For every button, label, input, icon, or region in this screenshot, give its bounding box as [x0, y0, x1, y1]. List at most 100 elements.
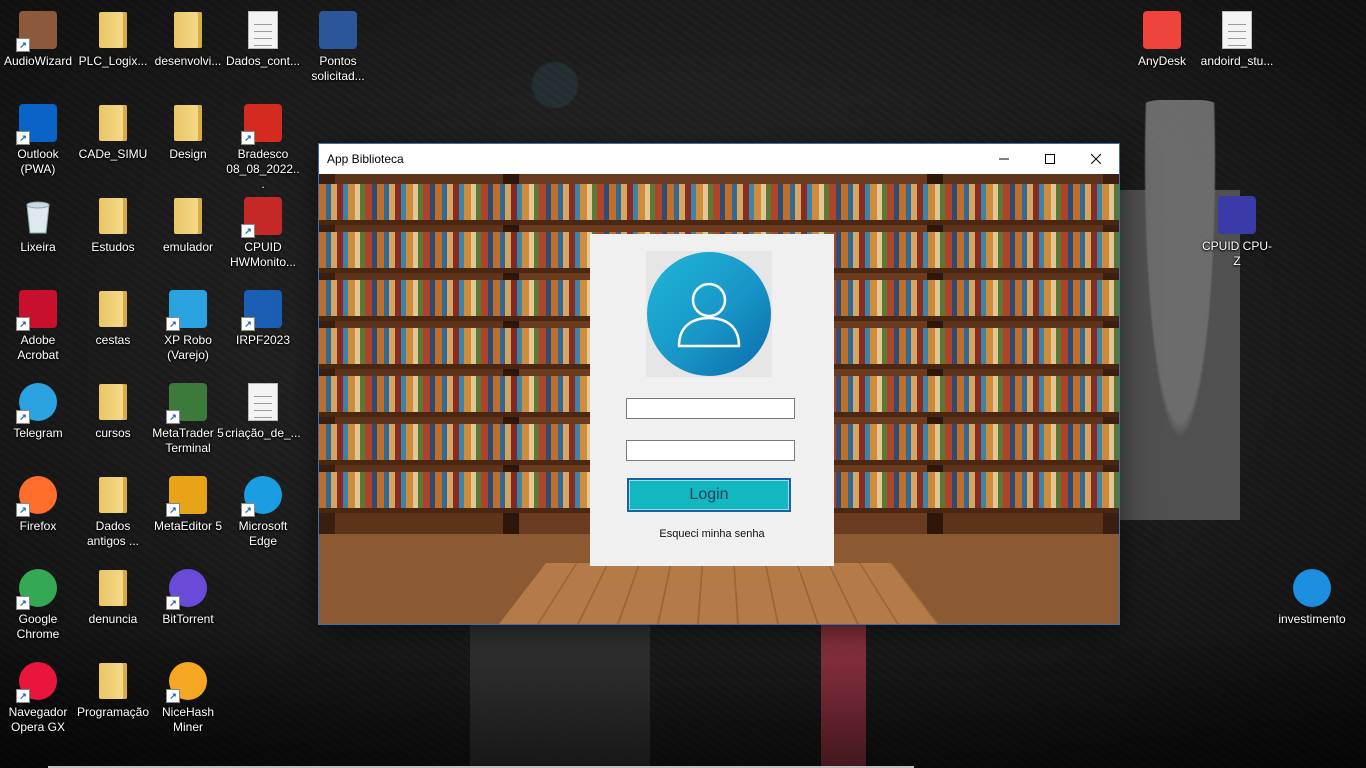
minimize-icon: [999, 158, 1009, 160]
login-panel: Login Esqueci minha senha: [590, 234, 834, 566]
folder-icon: [168, 103, 208, 143]
metaeditor-icon: ↗: [166, 475, 208, 517]
desktop-icon-label: Dados antigos ...: [86, 519, 140, 548]
desktop-icon-label: AudioWizard: [3, 54, 73, 68]
telegram-icon: ↗: [16, 382, 58, 424]
close-icon: [1091, 154, 1101, 164]
robot-icon: ↗: [166, 289, 208, 331]
desktop-icon-label: cestas: [95, 333, 131, 347]
desktop-icon-label: criação_de_...: [225, 426, 301, 440]
wallpaper-figure: [1120, 100, 1240, 620]
desktop-icon[interactable]: ↗ IRPF2023: [225, 289, 301, 348]
login-button[interactable]: Login: [627, 478, 791, 512]
bittorrent-icon: ↗: [166, 568, 208, 610]
desktop-icon[interactable]: Lixeira: [0, 196, 76, 255]
folder-icon: [93, 289, 133, 329]
speaker-icon: ↗: [16, 10, 58, 52]
folder-icon: [93, 382, 133, 422]
desktop-icon[interactable]: Dados antigos ...: [75, 475, 151, 549]
desktop-icon[interactable]: ↗ Adobe Acrobat: [0, 289, 76, 363]
acrobat-icon: ↗: [16, 289, 58, 331]
desktop-icon[interactable]: desenvolvi...: [150, 10, 226, 69]
desktop-icon-label: NiceHash Miner: [161, 705, 215, 734]
desktop-icon-label: Microsoft Edge: [238, 519, 288, 548]
desktop-icon[interactable]: CPUID CPU-Z: [1199, 195, 1275, 269]
folder-icon: [168, 196, 208, 236]
desktop-icon[interactable]: investimento: [1274, 568, 1350, 627]
edge-icon: ↗: [241, 475, 283, 517]
desktop-icon-label: XP Robo (Varejo): [164, 333, 212, 362]
folder-icon: [93, 568, 133, 608]
document-icon: [243, 10, 283, 50]
minimize-button[interactable]: [981, 144, 1027, 174]
firefox-icon: ↗: [16, 475, 58, 517]
forgot-password-link[interactable]: Esqueci minha senha: [590, 528, 834, 540]
desktop-icon[interactable]: Dados_cont...: [225, 10, 301, 69]
desktop-icon-label: Design: [169, 147, 207, 161]
desktop-icon[interactable]: AnyDesk: [1124, 10, 1200, 69]
desktop-icon[interactable]: cestas: [75, 289, 151, 348]
folder-icon: [93, 103, 133, 143]
desktop-icon-label: PLC_Logix...: [78, 54, 148, 68]
desktop-icon[interactable]: Design: [150, 103, 226, 162]
desktop-icon[interactable]: denuncia: [75, 568, 151, 627]
shortcut-arrow-icon: ↗: [16, 596, 30, 610]
close-button[interactable]: [1073, 144, 1119, 174]
desktop-icon-label: Estudos: [91, 240, 135, 254]
chrome-icon: ↗: [16, 568, 58, 610]
folder-icon: [168, 10, 208, 50]
desktop-icon-label: desenvolvi...: [154, 54, 222, 68]
desktop-icon-label: Adobe Acrobat: [17, 333, 59, 362]
irpf-icon: ↗: [241, 289, 283, 331]
desktop-icon[interactable]: cursos: [75, 382, 151, 441]
desktop-icon[interactable]: ↗ AudioWizard: [0, 10, 76, 69]
desktop-icon[interactable]: PLC_Logix...: [75, 10, 151, 69]
shortcut-arrow-icon: ↗: [16, 689, 30, 703]
metatrader-icon: ↗: [166, 382, 208, 424]
desktop-icon[interactable]: ↗ MetaTrader 5 Terminal: [150, 382, 226, 456]
shortcut-arrow-icon: ↗: [16, 317, 30, 331]
pdf-icon: ↗: [241, 103, 283, 145]
window-titlebar[interactable]: App Biblioteca: [319, 144, 1119, 174]
folder-icon: [93, 661, 133, 701]
desktop-icon[interactable]: emulador: [150, 196, 226, 255]
desktop-icon[interactable]: ↗ CPUID HWMonito...: [225, 196, 301, 270]
desktop-icon-label: Lixeira: [20, 240, 56, 254]
desktop-icon[interactable]: ↗ NiceHash Miner: [150, 661, 226, 735]
word-document-icon: [318, 10, 358, 50]
library-background-image: Login Esqueci minha senha: [319, 174, 1119, 624]
password-field[interactable]: [626, 440, 795, 461]
shortcut-arrow-icon: ↗: [16, 410, 30, 424]
desktop-icon[interactable]: ↗ Google Chrome: [0, 568, 76, 642]
desktop-icon[interactable]: ↗ Telegram: [0, 382, 76, 441]
opera-gx-icon: ↗: [16, 661, 58, 703]
window-title: App Biblioteca: [327, 152, 404, 166]
document-icon: [1217, 10, 1257, 50]
desktop-icon[interactable]: ↗ Firefox: [0, 475, 76, 534]
outlook-icon: ↗: [16, 103, 58, 145]
folder-icon: [93, 196, 133, 236]
shortcut-arrow-icon: ↗: [241, 503, 255, 517]
desktop-icon[interactable]: ↗ MetaEditor 5: [150, 475, 226, 534]
desktop-icon[interactable]: Programação: [75, 661, 151, 720]
desktop-icon[interactable]: ↗ XP Robo (Varejo): [150, 289, 226, 363]
desktop-icon[interactable]: ↗ Navegador Opera GX: [0, 661, 76, 735]
desktop-icon[interactable]: criação_de_...: [225, 382, 301, 441]
desktop-icon[interactable]: ↗ Microsoft Edge: [225, 475, 301, 549]
desktop-icon[interactable]: ↗ BitTorrent: [150, 568, 226, 627]
desktop-icon-label: andoird_stu...: [1200, 54, 1274, 68]
shortcut-arrow-icon: ↗: [241, 131, 255, 145]
document-icon: [243, 382, 283, 422]
desktop-icon[interactable]: Estudos: [75, 196, 151, 255]
desktop-icon[interactable]: Pontos solicitad...: [300, 10, 376, 84]
desktop-icon[interactable]: ↗ Bradesco 08_08_2022...: [225, 103, 301, 192]
username-field[interactable]: [626, 398, 795, 419]
desktop-icon[interactable]: ↗ Outlook (PWA): [0, 103, 76, 177]
maximize-button[interactable]: [1027, 144, 1073, 174]
desktop-icon-label: denuncia: [88, 612, 138, 626]
desktop-icon[interactable]: andoird_stu...: [1199, 10, 1275, 69]
desktop-icon-label: IRPF2023: [235, 333, 291, 347]
shortcut-arrow-icon: ↗: [166, 596, 180, 610]
desktop-icon[interactable]: CADe_SIMU: [75, 103, 151, 162]
shortcut-arrow-icon: ↗: [241, 224, 255, 238]
